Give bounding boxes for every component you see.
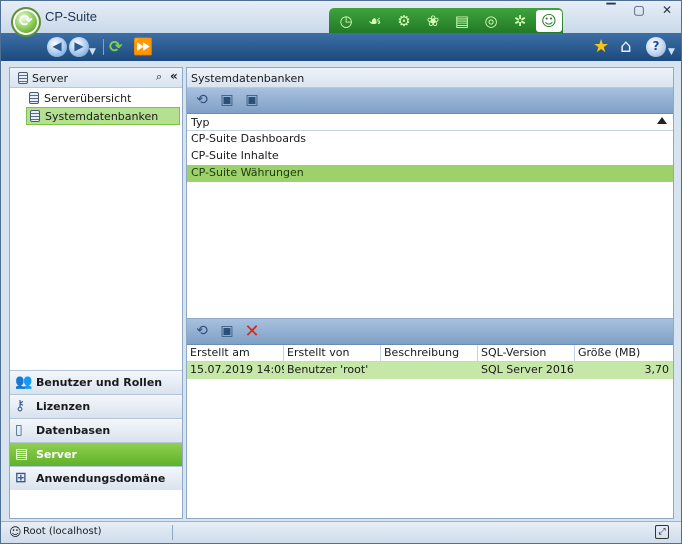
column-size[interactable]: Größe (MB) bbox=[575, 345, 673, 361]
network-icon: ⊞ bbox=[15, 470, 27, 486]
user-icon: ☺ bbox=[9, 525, 22, 539]
skip-forward-icon[interactable]: ⏩ bbox=[133, 37, 153, 57]
refresh-database-icon[interactable]: ⟲ bbox=[192, 91, 212, 111]
content-header: Systemdatenbanken bbox=[187, 68, 673, 88]
restore-button[interactable]: ▢ bbox=[629, 3, 649, 19]
collapse-panel-icon[interactable]: « bbox=[170, 69, 178, 83]
tree-item-label: Serverübersicht bbox=[44, 92, 132, 105]
database-icon bbox=[30, 110, 40, 122]
refresh-icon[interactable]: ⟳ bbox=[109, 37, 122, 57]
cell-sql-version: SQL Server 2016 bbox=[481, 363, 574, 376]
main-toolbar: ◀ ▶ ▼ ⟳ ⏩ ★ ⌂ ? ▼ bbox=[1, 33, 681, 61]
list-toolbar: ⟲ ▣ ▣ bbox=[187, 88, 673, 114]
status-text: Root (localhost) bbox=[23, 526, 102, 537]
cogs-icon[interactable]: ✲ bbox=[507, 10, 533, 32]
nav-licenses[interactable]: ⚷ Lizenzen bbox=[10, 394, 182, 418]
server-icon bbox=[18, 72, 28, 84]
list-column-header[interactable]: Typ bbox=[187, 114, 673, 131]
save-database-icon[interactable]: ▣ bbox=[217, 91, 237, 111]
list-item[interactable]: CP-Suite Inhalte bbox=[187, 148, 673, 165]
fullscreen-icon[interactable]: ⤢ bbox=[655, 525, 669, 539]
column-description[interactable]: Beschreibung bbox=[381, 345, 478, 361]
app-title: CP-Suite bbox=[45, 9, 98, 24]
minimize-button[interactable]: ▔ bbox=[601, 3, 621, 19]
tree-item-server-overview[interactable]: Serverübersicht bbox=[26, 90, 180, 108]
money-icon[interactable]: ▤ bbox=[449, 10, 475, 32]
rings-icon[interactable]: ❀ bbox=[420, 10, 446, 32]
column-created-at[interactable]: Erstellt am bbox=[187, 345, 284, 361]
list-item-selected[interactable]: CP-Suite Währungen bbox=[187, 165, 673, 182]
table-row[interactable]: 15.07.2019 14:09:32 Benutzer 'root' SQL … bbox=[187, 362, 673, 379]
nav-label: Server bbox=[36, 448, 77, 461]
admin-user-icon[interactable]: ☺ bbox=[536, 9, 562, 32]
back-button[interactable]: ◀ bbox=[47, 37, 67, 57]
sort-ascending-icon bbox=[657, 117, 667, 124]
panel-header: Server ⌕ « bbox=[10, 68, 182, 88]
home-icon[interactable]: ⌂ bbox=[620, 37, 631, 57]
navigation-panel: Server ⌕ « Serverübersicht Systemdatenba… bbox=[9, 67, 183, 519]
backup-icon[interactable]: ▣ bbox=[217, 322, 237, 342]
panel-title: Server bbox=[32, 72, 69, 85]
close-button[interactable]: ✕ bbox=[657, 3, 677, 19]
restore-backup-icon[interactable]: ⟲ bbox=[192, 322, 212, 342]
settings-database-icon[interactable]: ▣ bbox=[242, 91, 262, 111]
help-dropdown-icon[interactable]: ▼ bbox=[668, 42, 675, 62]
chevron-down-icon[interactable]: ▼ bbox=[89, 42, 96, 62]
column-created-by[interactable]: Erstellt von bbox=[284, 345, 381, 361]
nav-label: Benutzer und Rollen bbox=[36, 376, 163, 389]
title-bar: CP-Suite ◷ ☙ ⚙ ❀ ▤ ◎ ✲ ☺ ▔ ▢ ✕ bbox=[1, 1, 681, 37]
users-icon: 👥 bbox=[15, 374, 33, 390]
content-title: Systemdatenbanken bbox=[191, 72, 305, 85]
help-icon[interactable]: ? bbox=[646, 37, 666, 57]
delete-icon[interactable]: ✕ bbox=[242, 322, 262, 342]
tree-item-label: Systemdatenbanken bbox=[45, 110, 159, 123]
nav-application-domain[interactable]: ⊞ Anwendungsdomäne bbox=[10, 466, 182, 490]
status-separator bbox=[172, 525, 173, 540]
cell-description bbox=[381, 362, 478, 379]
column-sql-version[interactable]: SQL-Version bbox=[478, 345, 575, 361]
tree-item-system-databases[interactable]: Systemdatenbanken bbox=[26, 107, 180, 125]
key-icon: ⚷ bbox=[15, 398, 26, 414]
server-icon: ▤ bbox=[15, 446, 29, 462]
content-panel: Systemdatenbanken ⟲ ▣ ▣ Typ CP-Suite Das… bbox=[186, 67, 674, 519]
speedometer-icon[interactable]: ◷ bbox=[333, 10, 359, 32]
details-section: ⟲ ▣ ✕ Erstellt am Erstellt von Beschreib… bbox=[187, 318, 673, 518]
nav-databases[interactable]: ▯ Datenbasen bbox=[10, 418, 182, 442]
toolbar-separator bbox=[103, 39, 104, 55]
favorite-star-icon[interactable]: ★ bbox=[593, 37, 609, 57]
nav-label: Anwendungsdomäne bbox=[36, 472, 166, 485]
nav-users-and-roles[interactable]: 👥 Benutzer und Rollen bbox=[10, 370, 182, 394]
cell-created-at: 15.07.2019 14:09:32 bbox=[190, 363, 284, 376]
app-window: CP-Suite ◷ ☙ ⚙ ❀ ▤ ◎ ✲ ☺ ▔ ▢ ✕ ◀ ▶ ▼ ⟳ ⏩… bbox=[0, 0, 682, 544]
module-switcher: ◷ ☙ ⚙ ❀ ▤ ◎ ✲ ☺ bbox=[329, 8, 563, 33]
grid-header: Erstellt am Erstellt von Beschreibung SQ… bbox=[187, 345, 673, 362]
search-icon[interactable]: ⌕ bbox=[156, 70, 162, 84]
status-bar: ☺ Root (localhost) ⤢ bbox=[1, 521, 681, 543]
server-icon bbox=[29, 92, 39, 104]
refresh-ring-icon[interactable]: ◎ bbox=[478, 10, 504, 32]
module-nav: 👥 Benutzer und Rollen ⚷ Lizenzen ▯ Daten… bbox=[10, 370, 182, 490]
column-type-label: Typ bbox=[191, 116, 210, 129]
forward-button[interactable]: ▶ bbox=[69, 37, 89, 57]
list-item[interactable]: CP-Suite Dashboards bbox=[187, 131, 673, 148]
nav-label: Datenbasen bbox=[36, 424, 111, 437]
details-toolbar: ⟲ ▣ ✕ bbox=[187, 319, 673, 345]
cylinder-icon: ▯ bbox=[15, 422, 23, 438]
gears-icon[interactable]: ⚙ bbox=[391, 10, 417, 32]
app-logo-icon bbox=[11, 7, 41, 37]
nav-label: Lizenzen bbox=[36, 400, 91, 413]
cell-created-by: Benutzer 'root' bbox=[287, 363, 369, 376]
cell-size: 3,70 bbox=[644, 363, 670, 376]
nav-server[interactable]: ▤ Server bbox=[10, 442, 182, 466]
handshake-icon[interactable]: ☙ bbox=[362, 10, 388, 32]
